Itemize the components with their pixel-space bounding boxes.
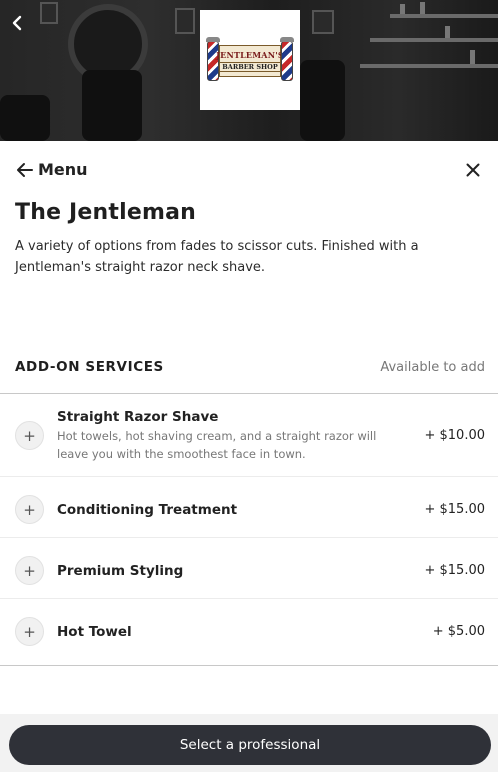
plus-icon: + — [23, 622, 36, 641]
barber-pole-left — [206, 37, 220, 81]
addons-availability: Available to add — [380, 359, 485, 375]
add-addon-button[interactable]: + — [15, 556, 44, 585]
add-addon-button[interactable]: + — [15, 421, 44, 450]
chevron-left-icon — [12, 15, 22, 31]
addon-price: + $5.00 — [432, 624, 485, 639]
shop-logo: JENTLEMAN'S BARBER SHOP — [200, 10, 300, 110]
select-professional-button[interactable]: Select a professional — [9, 725, 491, 765]
addon-row-conditioning-treatment[interactable]: + Conditioning Treatment + $15.00 — [0, 477, 498, 538]
addon-price: + $10.00 — [424, 428, 485, 443]
add-addon-button[interactable]: + — [15, 617, 44, 646]
addon-name: Conditioning Treatment — [57, 502, 238, 518]
divider — [0, 665, 498, 666]
addon-row-straight-razor-shave[interactable]: + Straight Razor Shave Hot towels, hot s… — [0, 394, 498, 477]
close-icon — [466, 163, 480, 177]
logo-line1: JENTLEMAN'S — [216, 50, 284, 60]
service-description: A variety of options from fades to sciss… — [15, 239, 419, 275]
addon-price: + $15.00 — [424, 563, 485, 578]
sheet-topbar: Menu — [0, 141, 498, 199]
menu-back-link[interactable]: Menu — [16, 160, 88, 179]
close-button[interactable] — [462, 159, 484, 181]
logo-plate: JENTLEMAN'S BARBER SHOP — [216, 45, 284, 77]
addon-description: Hot towels, hot shaving cream, and a str… — [57, 429, 377, 461]
arrow-left-icon — [17, 162, 33, 177]
addon-price: + $15.00 — [424, 502, 485, 517]
service-title: The Jentleman — [15, 200, 197, 225]
addon-name: Premium Styling — [57, 563, 184, 579]
logo-line2: BARBER SHOP — [219, 62, 281, 72]
addon-row-hot-towel[interactable]: + Hot Towel + $5.00 — [0, 599, 498, 665]
addons-header: ADD-ON SERVICES Available to add — [15, 357, 485, 377]
addon-row-premium-styling[interactable]: + Premium Styling + $15.00 — [0, 538, 498, 599]
addon-name: Hot Towel — [57, 624, 132, 640]
add-addon-button[interactable]: + — [15, 495, 44, 524]
addons-heading: ADD-ON SERVICES — [15, 359, 164, 375]
plus-icon: + — [23, 500, 36, 519]
addon-name: Straight Razor Shave — [57, 409, 219, 425]
barber-pole-right — [280, 37, 294, 81]
hero-banner: JENTLEMAN'S BARBER SHOP — [0, 0, 498, 141]
menu-label: Menu — [38, 160, 88, 179]
plus-icon: + — [23, 561, 36, 580]
back-button[interactable] — [6, 10, 28, 36]
plus-icon: + — [23, 426, 36, 445]
